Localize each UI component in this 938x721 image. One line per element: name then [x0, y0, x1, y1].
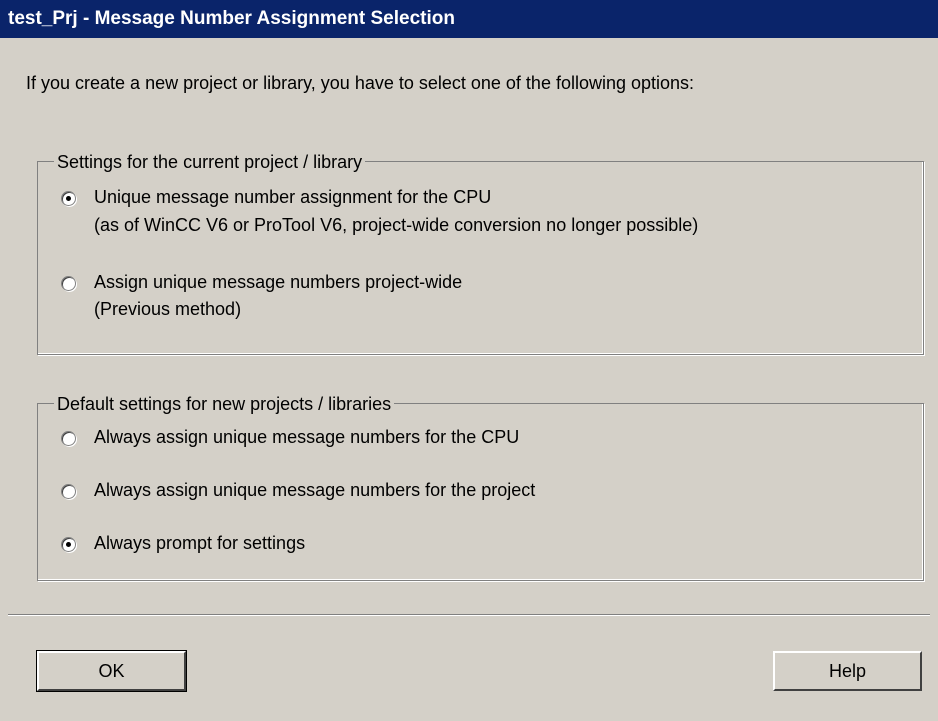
radio-button-icon[interactable] — [61, 276, 76, 291]
window-title: test_Prj - Message Number Assignment Sel… — [8, 8, 455, 29]
radio-always-project-label[interactable]: Always assign unique message numbers for… — [94, 479, 535, 501]
help-button[interactable]: Help — [773, 651, 922, 691]
radio-always-cpu-label[interactable]: Always assign unique message numbers for… — [94, 426, 519, 448]
radio-button-icon[interactable] — [61, 431, 76, 446]
radio-selected-dot — [66, 196, 71, 201]
radio-button-icon[interactable] — [61, 537, 76, 552]
radio-project-wide-sublabel: (Previous method) — [94, 299, 242, 319]
default-settings-legend: Default settings for new projects / libr… — [54, 394, 395, 414]
radio-cpu-unique-label[interactable]: Unique message number assignment for the… — [94, 186, 491, 208]
radio-project-wide-label[interactable]: Assign unique message numbers project-wi… — [94, 271, 462, 293]
current-settings-legend: Settings for the current project / libra… — [54, 152, 366, 172]
radio-always-prompt-label[interactable]: Always prompt for settings — [94, 532, 305, 554]
separator-line — [8, 614, 930, 616]
radio-button-icon[interactable] — [61, 191, 76, 206]
instruction-text: If you create a new project or library, … — [26, 73, 695, 93]
radio-selected-dot — [66, 542, 71, 547]
title-bar[interactable]: test_Prj - Message Number Assignment Sel… — [0, 0, 938, 38]
radio-cpu-unique-sublabel: (as of WinCC V6 or ProTool V6, project-w… — [94, 215, 699, 235]
radio-button-icon[interactable] — [61, 484, 76, 499]
ok-button[interactable]: OK — [36, 650, 187, 692]
